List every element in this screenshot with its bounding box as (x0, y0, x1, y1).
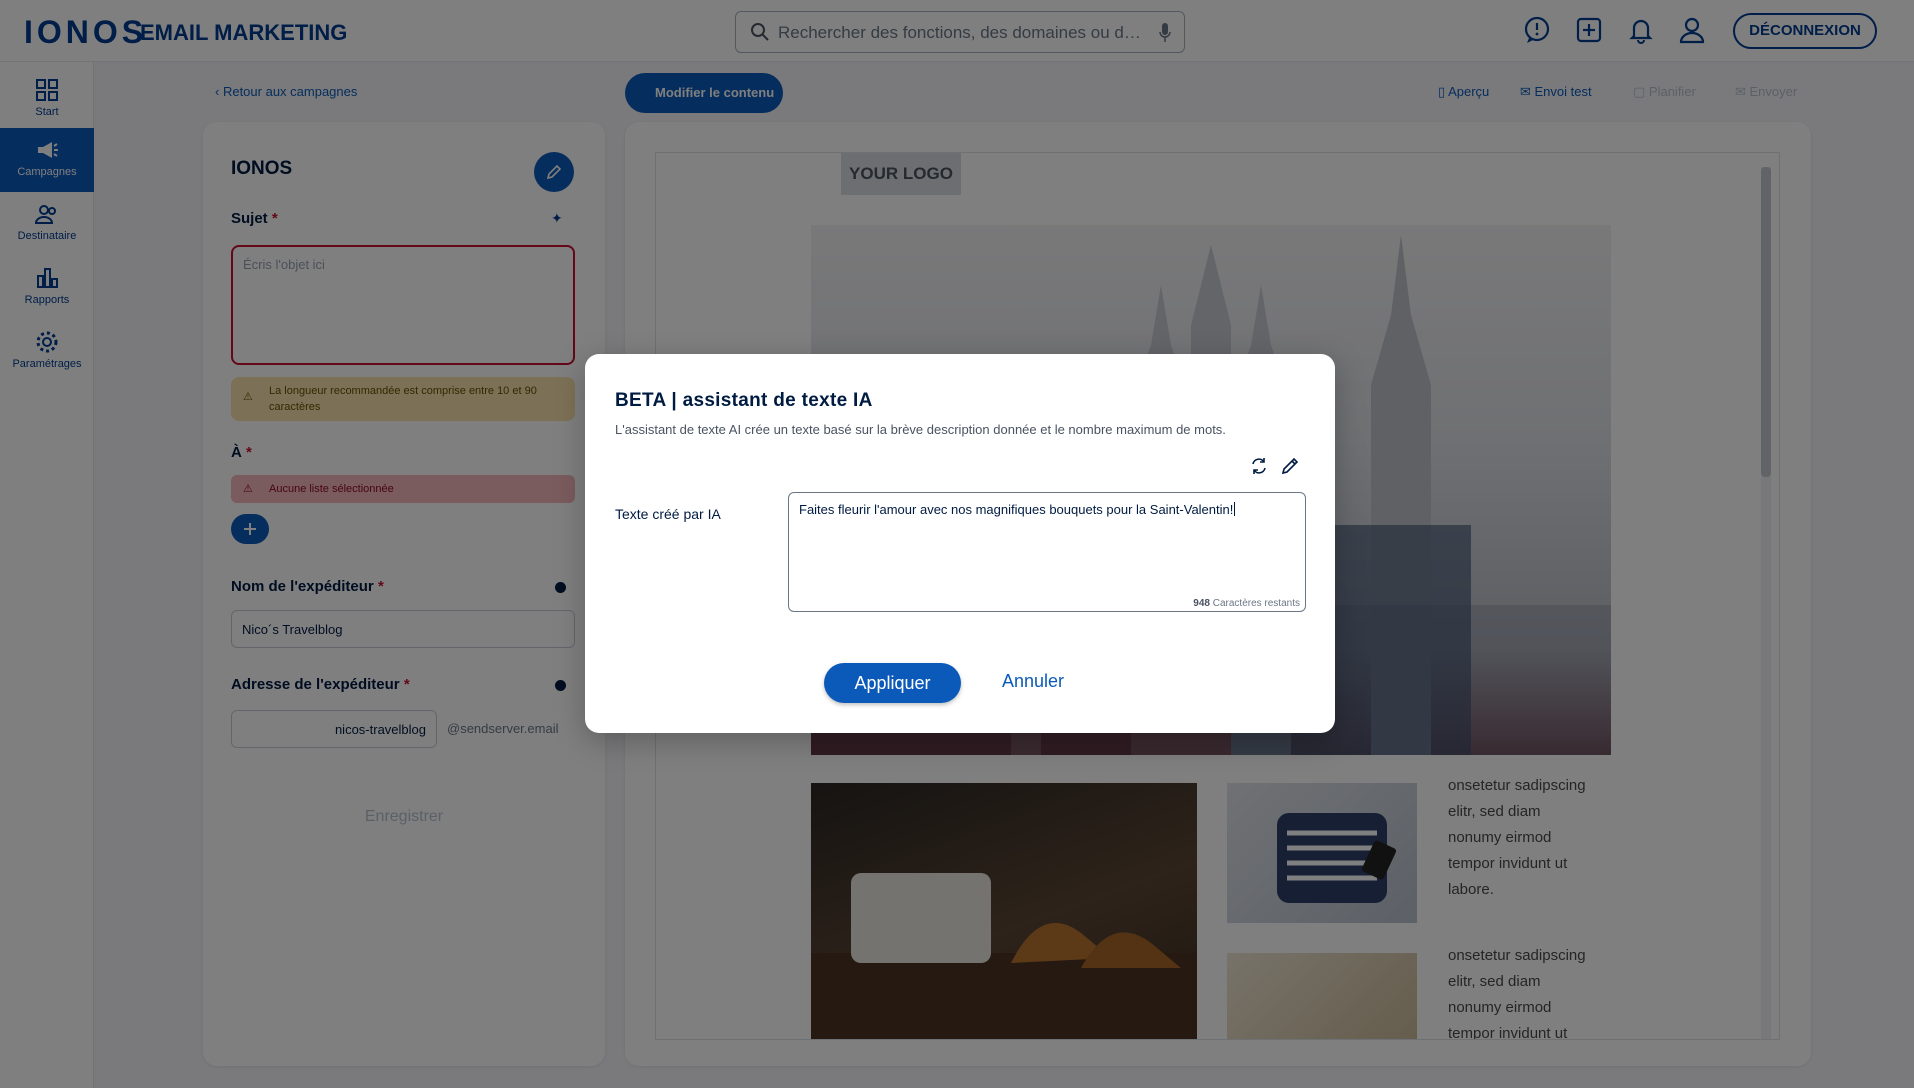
cancel-button[interactable]: Annuler (1002, 671, 1064, 692)
ai-text-textarea[interactable]: Faites fleurir l'amour avec nos magnifiq… (788, 492, 1306, 612)
dialog-description: L'assistant de texte AI crée un texte ba… (615, 422, 1226, 437)
pencil-icon[interactable] (1280, 456, 1300, 476)
ai-text-label: Texte créé par IA (615, 506, 721, 522)
dialog-title: BETA | assistant de texte IA (615, 390, 873, 411)
ai-text-assistant-dialog: BETA | assistant de texte IA L'assistant… (585, 354, 1335, 733)
ai-text-value: Faites fleurir l'amour avec nos magnifiq… (799, 502, 1236, 517)
regenerate-icon[interactable] (1249, 456, 1269, 476)
text-caret (1234, 502, 1236, 516)
remaining-characters: 948 Caractères restants (1193, 598, 1300, 609)
apply-button[interactable]: Appliquer (824, 663, 961, 703)
